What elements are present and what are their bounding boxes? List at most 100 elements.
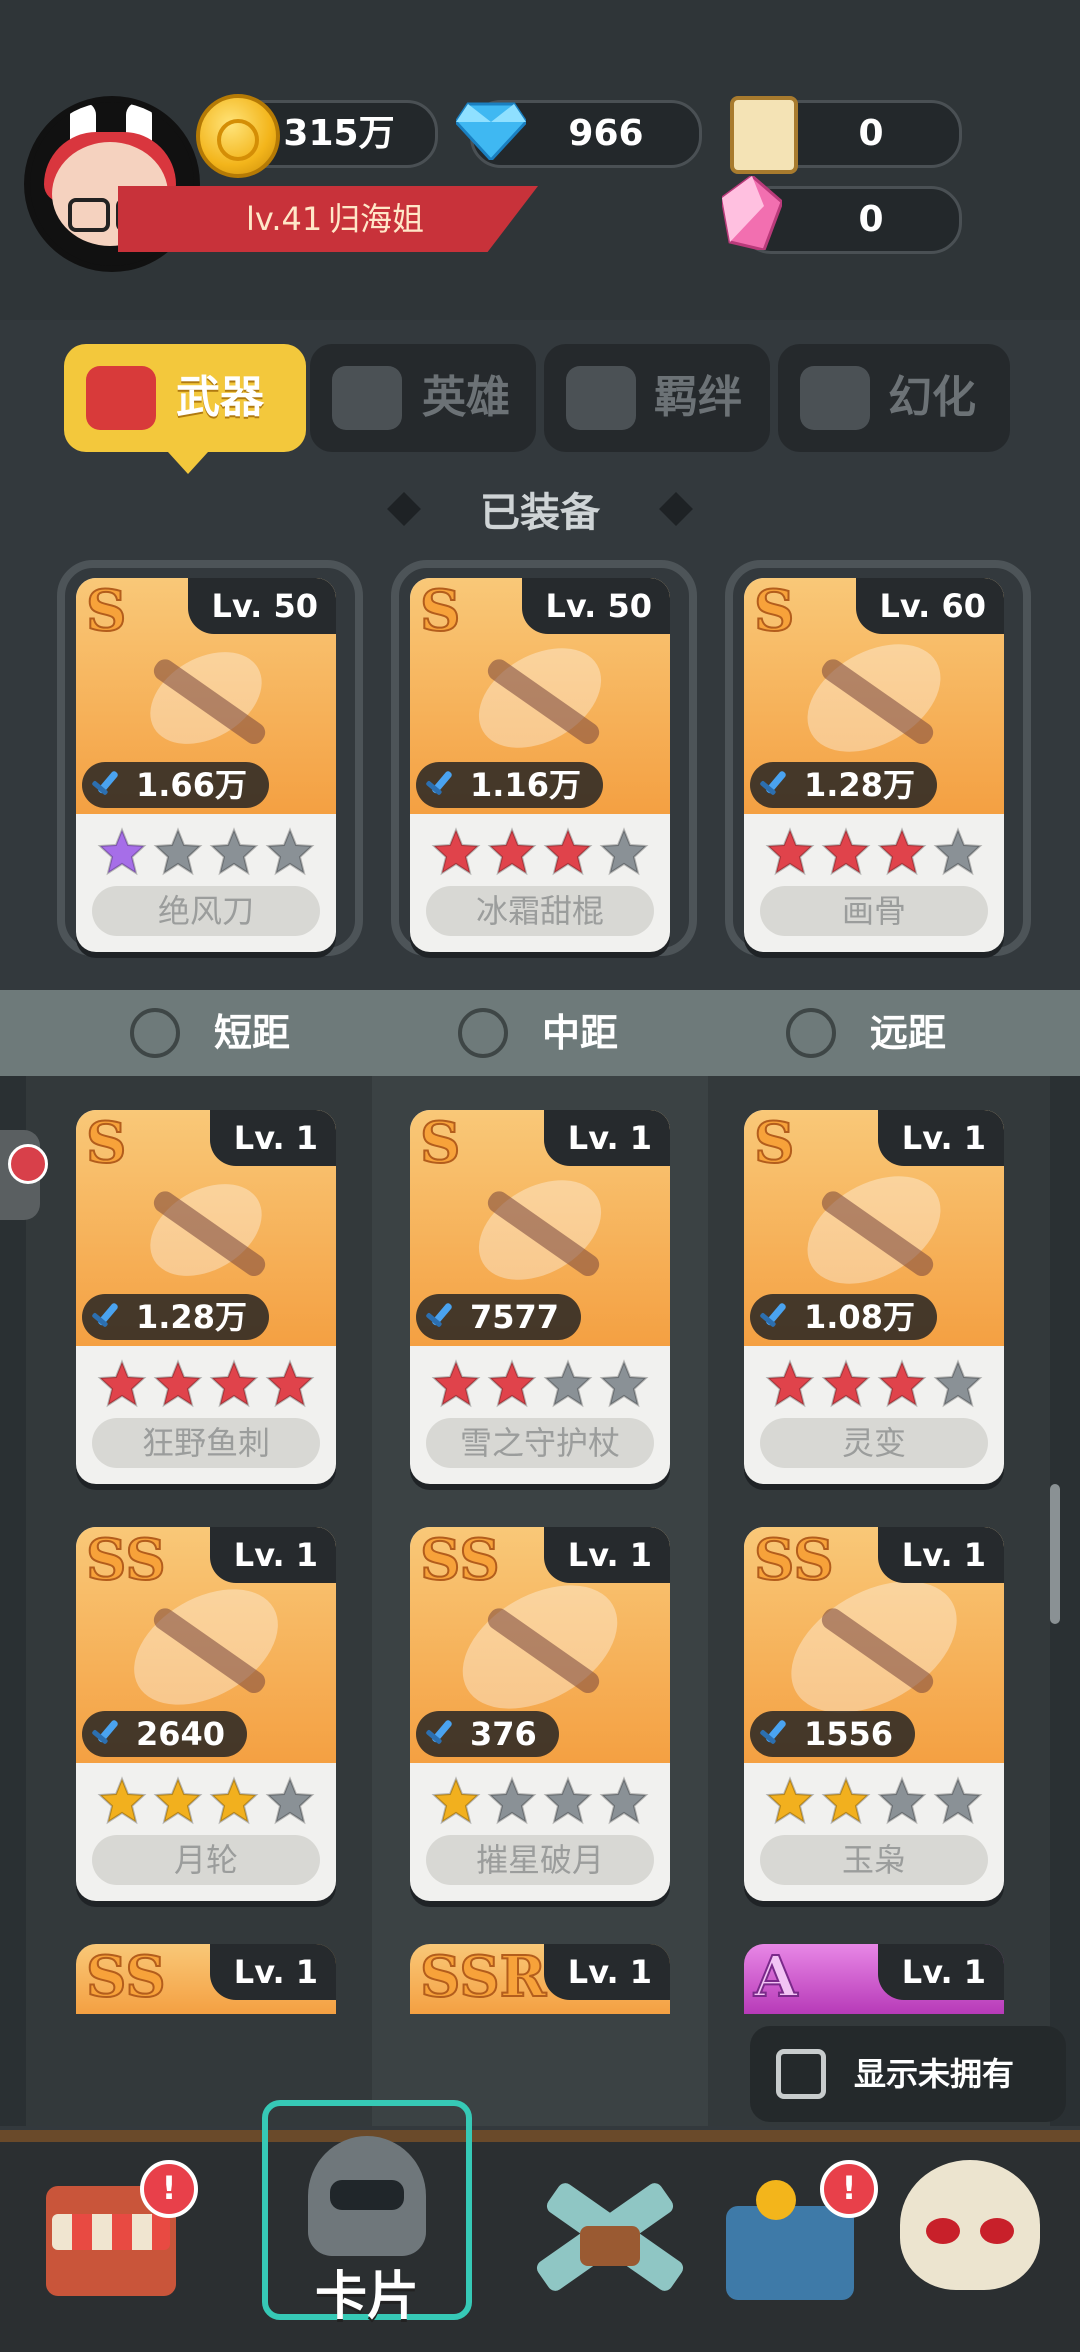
weapon-card[interactable]: SS Lv. 1 1556 玉枭 [744, 1527, 1004, 1901]
skull-eye-right [980, 2218, 1014, 2244]
star-icon [599, 1776, 649, 1826]
weapon-card[interactable]: S Lv. 1 7577 雪之守护杖 [410, 1110, 670, 1484]
weapon-art: S Lv. 60 1.28万 [744, 578, 1004, 814]
weapon-name: 冰霜甜棍 [426, 886, 654, 936]
star-rating [76, 814, 336, 882]
level-badge: Lv. 1 [877, 1110, 1004, 1166]
helmet-visor [330, 2180, 404, 2210]
weapon-card[interactable]: SS Lv. 1 2640 月轮 [76, 1527, 336, 1901]
level-badge: Lv. 50 [521, 578, 670, 634]
level-badge: Lv. 1 [543, 1110, 670, 1166]
nav-boss[interactable] [900, 2160, 1040, 2310]
hero-helmet-icon [332, 366, 402, 430]
weapon-illustration [150, 1184, 266, 1277]
star-icon [209, 827, 259, 877]
attack-sword-icon [426, 771, 452, 795]
range-short-label[interactable]: 短距 [214, 990, 290, 1076]
level-badge: Lv. 1 [209, 1527, 336, 1583]
level-badge: Lv. 1 [877, 1944, 1004, 2000]
star-icon [877, 1776, 927, 1826]
weapon-card[interactable]: S Lv. 1 1.28万 狂野鱼刺 [76, 1110, 336, 1484]
tab-bonds-label: 羁绊 [654, 372, 742, 423]
tab-bonds[interactable]: 羁绊 [544, 344, 770, 452]
star-icon [933, 827, 983, 877]
tab-transform[interactable]: 幻化 [778, 344, 1010, 452]
star-icon [765, 1359, 815, 1409]
attack-sword-icon [92, 1720, 118, 1744]
tab-weapons-label: 武器 [176, 372, 264, 423]
nav-battle[interactable] [530, 2150, 690, 2310]
weapon-illustration [150, 652, 266, 745]
star-icon [933, 1359, 983, 1409]
scrollbar-thumb[interactable] [1050, 1484, 1060, 1624]
weapon-art: S Lv. 1 1.28万 [76, 1110, 336, 1346]
grade-label: SSR [419, 1944, 547, 2011]
show-unowned-checkbox[interactable] [776, 2049, 826, 2099]
mid-range-icon [458, 1008, 508, 1058]
star-icon [765, 827, 815, 877]
level-badge: Lv. 1 [877, 1527, 1004, 1583]
diamond-icon [456, 102, 526, 160]
star-icon [209, 1776, 259, 1826]
grade-label: SS [419, 1527, 501, 1594]
show-unowned-toggle[interactable]: 显示未拥有 [750, 2026, 1066, 2122]
short-range-icon [130, 1008, 180, 1058]
grade-label: SS [85, 1527, 167, 1594]
star-icon [877, 827, 927, 877]
shop-alert-badge: ! [140, 2160, 198, 2218]
weapon-card[interactable]: S Lv. 50 1.16万 冰霜甜棍 [410, 578, 670, 952]
nav-cards-active-frame[interactable]: 卡片 [262, 2100, 472, 2327]
star-icon [265, 1359, 315, 1409]
star-rating [76, 1763, 336, 1831]
weapon-art: S Lv. 50 1.66万 [76, 578, 336, 814]
grade-label: S [85, 1110, 127, 1177]
chain-link-icon [566, 366, 636, 430]
equipped-title: 已装备 [480, 490, 600, 536]
weapon-name: 雪之守护杖 [426, 1418, 654, 1468]
weapon-illustration [807, 644, 941, 752]
weapon-card[interactable]: S Lv. 60 1.28万 画骨 [744, 578, 1004, 952]
star-icon [821, 827, 871, 877]
treasure-alert-badge: ! [820, 2160, 878, 2218]
range-long-label[interactable]: 远距 [870, 990, 946, 1076]
player-name: 归海姐 [328, 200, 425, 238]
range-mid-label[interactable]: 中距 [542, 990, 618, 1076]
grade-label: SS [85, 1944, 167, 2011]
chest-coin [756, 2180, 796, 2220]
grade-label: S [85, 578, 127, 645]
weapon-art: SS Lv. 1 376 [410, 1527, 670, 1763]
attack-sword-icon [92, 771, 118, 795]
tab-heroes[interactable]: 英雄 [310, 344, 536, 452]
star-icon [431, 827, 481, 877]
star-icon [265, 1776, 315, 1826]
weapon-card-partial[interactable]: SS Lv. 1 [76, 1944, 336, 2014]
level-badge: Lv. 1 [209, 1944, 336, 2000]
show-unowned-label: 显示未拥有 [854, 2055, 1015, 2093]
star-icon [933, 1776, 983, 1826]
star-rating [744, 1763, 1004, 1831]
skull-icon [900, 2160, 1040, 2290]
weapon-card[interactable]: S Lv. 50 1.66万 绝风刀 [76, 578, 336, 952]
weapon-name: 月轮 [92, 1835, 320, 1885]
crossed-hilt [580, 2226, 640, 2266]
left-rail [0, 1076, 26, 2126]
weapon-card-partial[interactable]: SSR Lv. 1 [410, 1944, 670, 2014]
grade-label: S [419, 1110, 461, 1177]
glasses-left [68, 198, 110, 232]
star-icon [97, 1359, 147, 1409]
star-rating [744, 1346, 1004, 1414]
weapon-card[interactable]: S Lv. 1 1.08万 灵变 [744, 1110, 1004, 1484]
weapon-card[interactable]: SS Lv. 1 376 摧星破月 [410, 1527, 670, 1901]
star-icon [153, 1776, 203, 1826]
weapon-illustration [807, 1176, 941, 1284]
attack-sword-icon [426, 1720, 452, 1744]
level-badge: Lv. 1 [209, 1110, 336, 1166]
star-icon [821, 1359, 871, 1409]
weapon-card-partial[interactable]: A Lv. 1 [744, 1944, 1004, 2014]
weapon-art: S Lv. 1 7577 [410, 1110, 670, 1346]
weapon-illustration [478, 648, 602, 748]
weapon-name: 狂野鱼刺 [92, 1418, 320, 1468]
star-rating [410, 814, 670, 882]
tab-weapons[interactable]: 武器 [64, 344, 306, 452]
scroll-icon [730, 96, 798, 174]
